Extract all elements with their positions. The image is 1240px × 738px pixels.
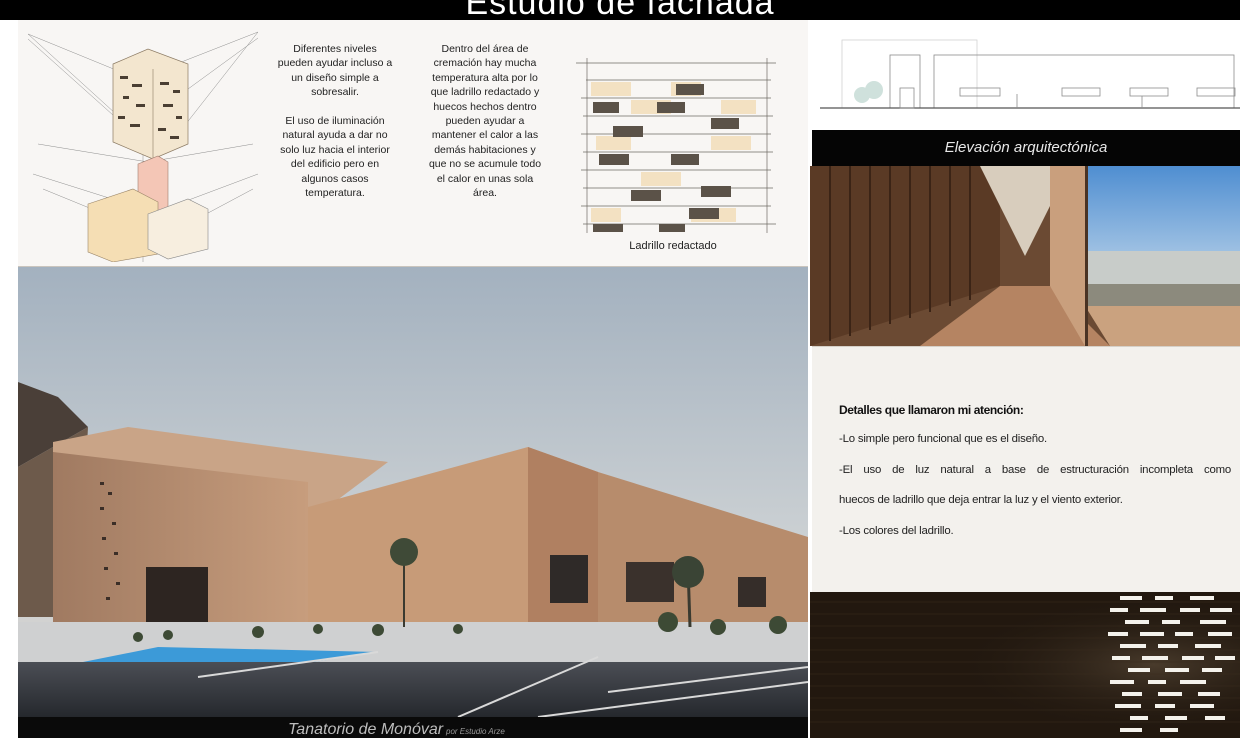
text-column-2: Dentro del área de cremación hay mucha t…: [428, 43, 542, 200]
photo-caption: Tanatorio de Monóvar: [288, 721, 444, 738]
elevation-caption-bar: Elevación arquitectónica: [812, 130, 1240, 166]
brick-caption: Ladrillo redactado: [629, 240, 717, 252]
corridor-photo: [810, 166, 1240, 346]
photo-caption-credit: por Estudio Arze: [446, 727, 505, 736]
header-bar: Estudio de fachada: [0, 0, 1240, 20]
details-panel: Detalles que llamaron mi atención: -Lo s…: [812, 346, 1240, 592]
brick-pattern-drawing: [576, 58, 776, 233]
details-line: -Lo simple pero funcional que es el dise…: [839, 433, 1047, 445]
page-title: Estudio de fachada: [465, 0, 775, 20]
photo-caption-bar: Tanatorio de Monóvar por Estudio Arze: [18, 717, 808, 738]
text-column-1: Diferentes niveles pueden ayudar incluso…: [277, 43, 393, 200]
building-photo: [18, 267, 808, 717]
perspective-sketch: [28, 31, 258, 262]
details-line: -El uso de luz natural a base de estruct…: [839, 464, 1231, 476]
illuminated-brick-photo: [810, 592, 1240, 738]
sketch-panel: Diferentes niveles pueden ayudar incluso…: [18, 20, 808, 267]
details-title: Detalles que llamaron mi atención:: [839, 403, 1024, 417]
details-line: -Los colores del ladrillo.: [839, 525, 954, 537]
elevation-drawing: [812, 20, 1240, 130]
details-line: huecos de ladrillo que deja entrar la lu…: [839, 494, 1123, 506]
elevation-caption: Elevación arquitectónica: [944, 139, 1108, 156]
